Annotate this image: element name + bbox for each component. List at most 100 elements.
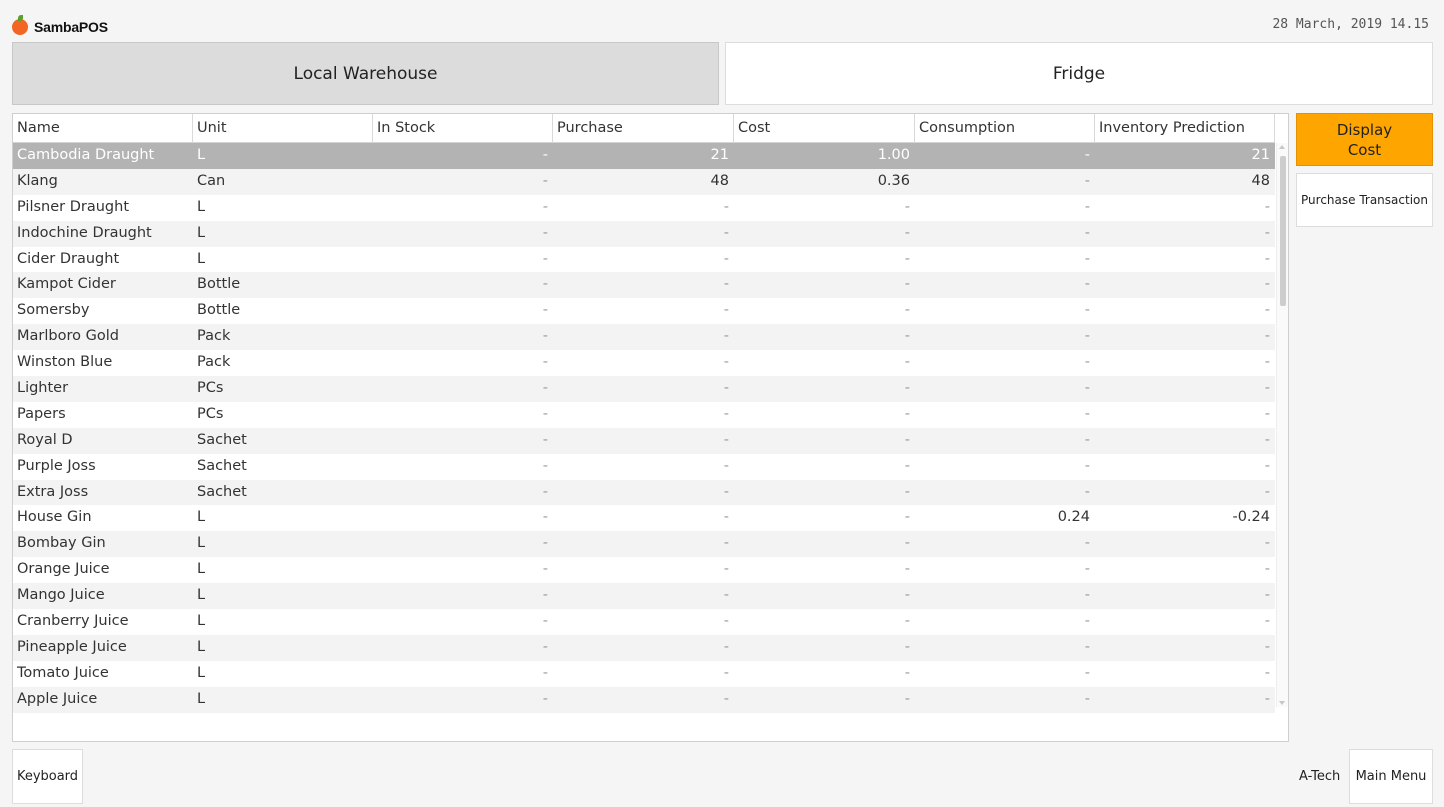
table-row[interactable]: Marlboro Gold Pack - - - - -	[13, 324, 1275, 351]
column-header-name[interactable]: Name	[13, 114, 193, 143]
cell-name: Indochine Draught	[17, 224, 152, 241]
column-header-unit[interactable]: Unit	[193, 114, 373, 143]
cell-purchase: -	[723, 198, 729, 215]
cell-inventory-prediction: -	[1264, 638, 1270, 655]
cell-name: Cambodia Draught	[17, 147, 155, 163]
table-row[interactable]: Pineapple Juice L - - - - -	[13, 634, 1275, 661]
cell-in-stock: -	[542, 328, 548, 345]
cell-consumption: -	[1084, 613, 1090, 630]
cell-in-stock: -	[542, 664, 548, 681]
cell-consumption: -	[1084, 250, 1090, 267]
cell-unit: Bottle	[197, 276, 241, 293]
table-row[interactable]: Lighter PCs - - - - -	[13, 376, 1275, 402]
cell-cost: -	[904, 664, 910, 681]
cell-cost: -	[904, 587, 910, 604]
purchase-transaction-button[interactable]: Purchase Transaction	[1296, 173, 1433, 227]
table-row[interactable]: Cambodia Draught L - 21 1.00 - 21	[13, 143, 1275, 169]
cell-name: Cranberry Juice	[17, 613, 129, 630]
cell-purchase: -	[723, 431, 729, 448]
cell-name: Pineapple Juice	[17, 638, 127, 655]
table-row[interactable]: Purple Joss Sachet - - - - -	[13, 454, 1275, 480]
cell-inventory-prediction: -	[1264, 431, 1270, 448]
cell-consumption: -	[1084, 561, 1090, 578]
table-row[interactable]: House Gin L - - -0.24 -0.24	[13, 505, 1275, 531]
cell-in-stock: -	[542, 224, 548, 241]
cell-in-stock: -	[542, 613, 548, 630]
cell-name: Bombay Gin	[17, 535, 106, 552]
cell-unit: L	[197, 147, 206, 163]
cell-in-stock: -	[542, 147, 548, 163]
display-cost-button[interactable]: Display Cost	[1296, 113, 1433, 166]
vertical-scrollbar[interactable]	[1276, 143, 1288, 707]
cell-inventory-prediction: -	[1264, 457, 1270, 474]
app-name: SambaPOS	[34, 19, 108, 35]
cell-in-stock: -	[542, 535, 548, 552]
cell-consumption: -	[1084, 690, 1090, 707]
cell-cost: -	[904, 690, 910, 707]
table-row[interactable]: Cranberry Juice L - - - - -	[13, 609, 1275, 635]
table-row[interactable]: Klang Can - 48 0.36 - 48	[13, 168, 1275, 195]
cell-inventory-prediction: -	[1264, 664, 1270, 681]
cell-cost: 0.36	[877, 172, 910, 189]
main-menu-button[interactable]: Main Menu	[1349, 749, 1433, 804]
cell-unit: Can	[197, 172, 226, 189]
warehouse-tab-local[interactable]: Local Warehouse	[12, 42, 719, 105]
table-row[interactable]: Somersby Bottle - - - - -	[13, 298, 1275, 324]
cell-cost: -	[904, 613, 910, 630]
table-row[interactable]: Kampot Cider Bottle - - - - -	[13, 272, 1275, 299]
cell-cost: -	[904, 457, 910, 474]
scroll-thumb[interactable]	[1280, 156, 1286, 306]
table-row[interactable]: Mango Juice L - - - - -	[13, 583, 1275, 610]
cell-inventory-prediction: -	[1264, 328, 1270, 345]
table-row[interactable]: Pilsner Draught L - - - - -	[13, 195, 1275, 221]
cell-purchase: -	[723, 613, 729, 630]
cell-in-stock: -	[542, 457, 548, 474]
table-row[interactable]: Bombay Gin L - - - - -	[13, 531, 1275, 558]
cell-cost: -	[904, 380, 910, 397]
cell-purchase: -	[723, 405, 729, 422]
cell-name: Lighter	[17, 380, 69, 397]
cell-in-stock: -	[542, 509, 548, 526]
column-header-consumption[interactable]: Consumption	[915, 114, 1095, 143]
cell-cost: -	[904, 354, 910, 371]
table-row[interactable]: Papers PCs - - - - -	[13, 402, 1275, 428]
cell-consumption: -	[1084, 224, 1090, 241]
cell-purchase: -	[723, 250, 729, 267]
cell-unit: L	[197, 198, 206, 215]
cell-purchase: -	[723, 302, 729, 319]
table-row[interactable]: Royal D Sachet - - - - -	[13, 427, 1275, 454]
column-header-inventory-prediction[interactable]: Inventory Prediction	[1095, 114, 1275, 143]
cell-consumption: -	[1084, 405, 1090, 422]
cell-name: House Gin	[17, 509, 92, 526]
cell-unit: L	[197, 664, 206, 681]
table-row[interactable]: Extra Joss Sachet - - - - -	[13, 479, 1275, 506]
cell-purchase: 21	[710, 147, 729, 163]
table-row[interactable]: Orange Juice L - - - - -	[13, 557, 1275, 583]
cell-inventory-prediction: -	[1264, 250, 1270, 267]
column-header-cost[interactable]: Cost	[734, 114, 915, 143]
cell-consumption: -	[1084, 328, 1090, 345]
cell-unit: Bottle	[197, 302, 241, 319]
table-row[interactable]: Apple Juice L - - - - -	[13, 686, 1275, 713]
cell-purchase: -	[723, 483, 729, 500]
cell-inventory-prediction: 48	[1251, 172, 1270, 189]
cell-in-stock: -	[542, 250, 548, 267]
warehouse-tab-fridge[interactable]: Fridge	[725, 42, 1433, 105]
column-header-in-stock[interactable]: In Stock	[373, 114, 553, 143]
cell-inventory-prediction: -	[1264, 276, 1270, 293]
cell-in-stock: -	[542, 405, 548, 422]
inventory-grid: Name Unit In Stock Purchase Cost Consump…	[12, 113, 1289, 742]
cell-unit: Sachet	[197, 457, 247, 474]
cell-cost: -	[904, 509, 910, 526]
keyboard-button[interactable]: Keyboard	[12, 749, 83, 804]
cell-consumption: -	[1084, 198, 1090, 215]
column-header-purchase[interactable]: Purchase	[553, 114, 734, 143]
cell-unit: L	[197, 250, 206, 267]
table-row[interactable]: Tomato Juice L - - - - -	[13, 661, 1275, 687]
table-row[interactable]: Indochine Draught L - - - - -	[13, 220, 1275, 247]
scroll-down-arrow-icon[interactable]	[1279, 701, 1285, 705]
table-row[interactable]: Winston Blue Pack - - - - -	[13, 350, 1275, 376]
cell-cost: -	[904, 561, 910, 578]
table-row[interactable]: Cider Draught L - - - - -	[13, 247, 1275, 273]
scroll-up-arrow-icon[interactable]	[1279, 145, 1285, 149]
